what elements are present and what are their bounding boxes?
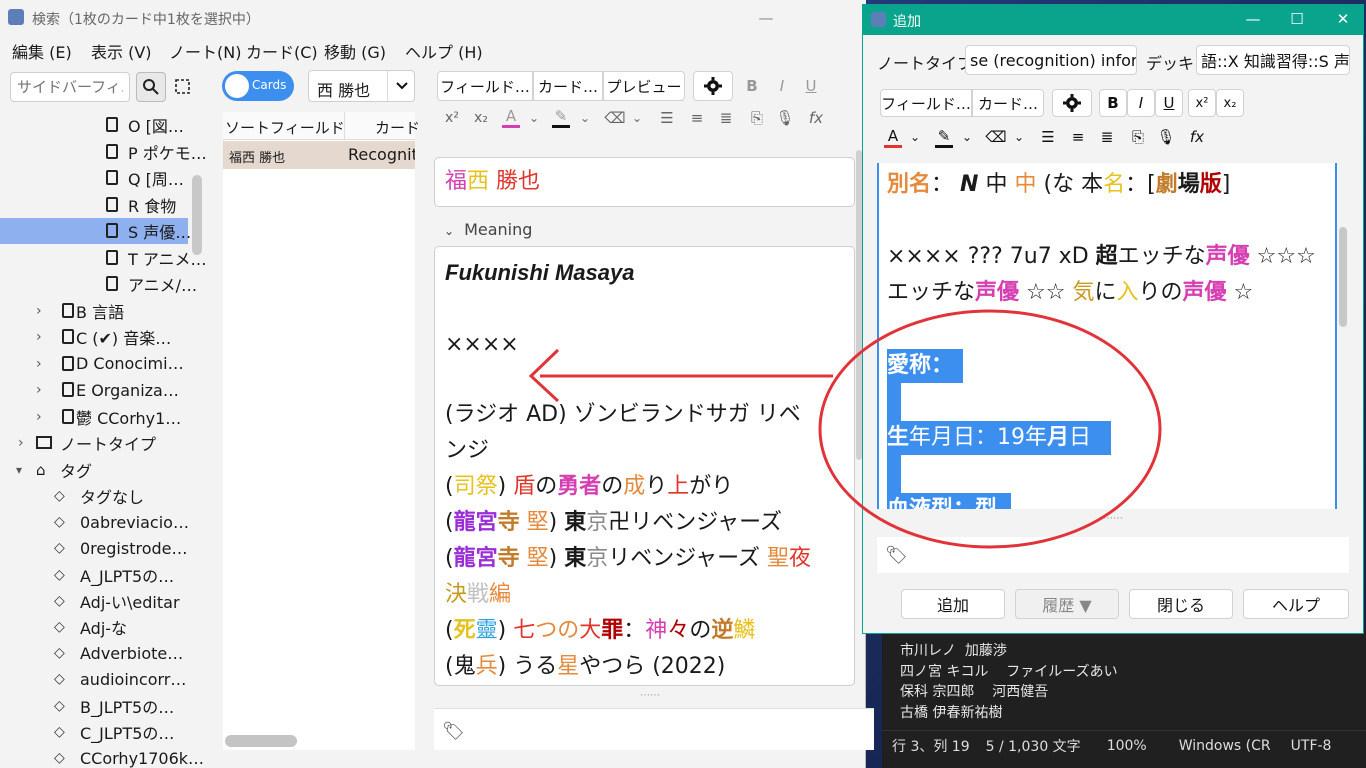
annotation-circle bbox=[818, 309, 1162, 549]
annotation-overlay bbox=[528, 309, 1162, 549]
